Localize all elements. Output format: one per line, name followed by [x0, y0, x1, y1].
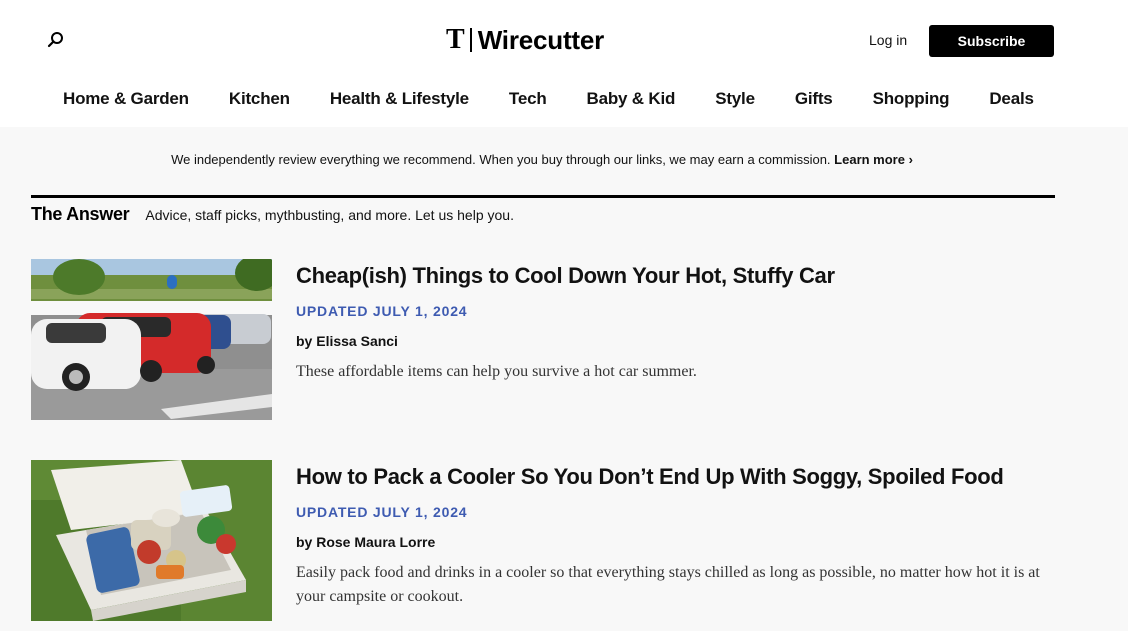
section-description: Advice, staff picks, mythbusting, and mo…	[145, 207, 514, 223]
byline-prefix: by	[296, 333, 313, 349]
author-name[interactable]: Elissa Sanci	[316, 333, 398, 349]
article-byline: by Elissa Sanci	[296, 333, 398, 349]
author-name[interactable]: Rose Maura Lorre	[316, 534, 435, 550]
article-thumbnail-cooler[interactable]	[31, 460, 272, 621]
login-link[interactable]: Log in	[869, 32, 907, 48]
search-icon[interactable]	[44, 28, 68, 52]
article-title[interactable]: How to Pack a Cooler So You Don’t End Up…	[296, 464, 1004, 490]
disclosure-text: We independently review everything we re…	[171, 152, 831, 167]
learn-more-link[interactable]: Learn more ›	[834, 152, 913, 167]
logo-wordmark: Wirecutter	[477, 24, 605, 55]
nyt-t-logo-icon: T	[446, 24, 465, 55]
nav-item-style[interactable]: Style	[715, 89, 755, 109]
logo-divider	[469, 28, 472, 52]
byline-prefix: by	[296, 534, 313, 550]
article-description: Easily pack food and drinks in a cooler …	[296, 564, 1040, 605]
main-nav: Home & Garden Kitchen Health & Lifestyle…	[63, 89, 1034, 109]
nav-item-tech[interactable]: Tech	[509, 89, 547, 109]
nav-item-home-garden[interactable]: Home & Garden	[63, 89, 189, 109]
article-card: Cheap(ish) Things to Cool Down Your Hot,…	[31, 259, 1061, 420]
nav-item-kitchen[interactable]: Kitchen	[229, 89, 290, 109]
top-header: T Wirecutter Log in Subscribe Home & Gar…	[0, 0, 1128, 127]
subscribe-button[interactable]: Subscribe	[929, 25, 1054, 57]
article-thumbnail-parked-cars[interactable]	[31, 259, 272, 420]
article-date: UPDATED JULY 1, 2024	[296, 504, 468, 520]
article-title[interactable]: Cheap(ish) Things to Cool Down Your Hot,…	[296, 263, 835, 289]
article-byline: by Rose Maura Lorre	[296, 534, 435, 550]
article-description: These affordable items can help you surv…	[296, 363, 697, 380]
article-card: How to Pack a Cooler So You Don’t End Up…	[31, 460, 1061, 621]
nav-item-deals[interactable]: Deals	[989, 89, 1034, 109]
wirecutter-logo[interactable]: T Wirecutter	[446, 24, 604, 56]
nav-item-shopping[interactable]: Shopping	[873, 89, 950, 109]
section-title[interactable]: The Answer	[31, 204, 130, 225]
nav-item-gifts[interactable]: Gifts	[795, 89, 833, 109]
section-divider	[31, 195, 1055, 198]
section-header: The Answer Advice, staff picks, mythbust…	[31, 204, 514, 225]
nav-item-health-lifestyle[interactable]: Health & Lifestyle	[330, 89, 469, 109]
article-date: UPDATED JULY 1, 2024	[296, 303, 468, 319]
nav-item-baby-kid[interactable]: Baby & Kid	[587, 89, 676, 109]
affiliate-disclosure: We independently review everything we re…	[0, 152, 1084, 167]
